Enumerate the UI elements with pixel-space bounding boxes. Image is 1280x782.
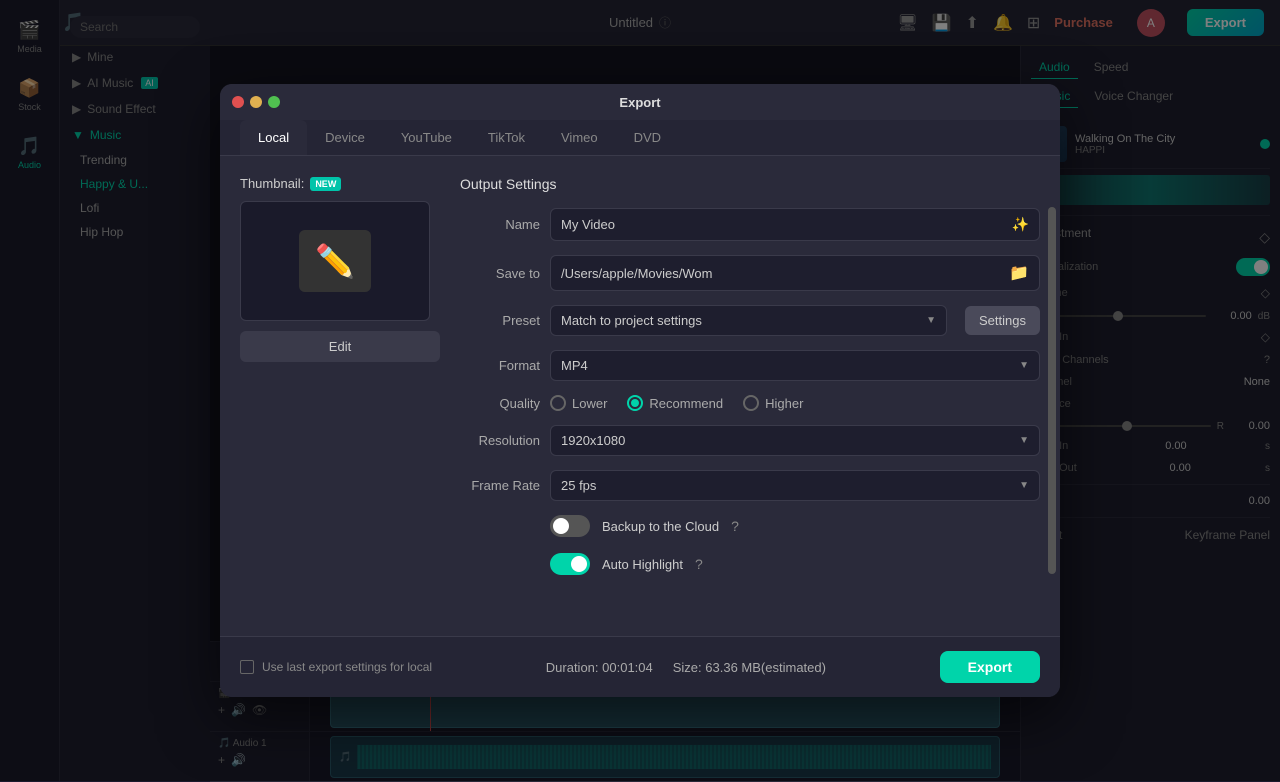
vimeo-tab-label: Vimeo [561,130,598,145]
modal-tab-tiktok[interactable]: TikTok [470,120,543,155]
quality-higher-radio[interactable] [743,395,759,411]
preset-value: Match to project settings [561,313,702,328]
autohighlight-toggle-row: Auto Highlight ? [460,553,1040,575]
autohighlight-toggle-label: Auto Highlight [602,557,683,572]
duration-info: Duration: 00:01:04 [546,660,653,675]
name-input[interactable] [561,217,1006,232]
modal-tab-vimeo[interactable]: Vimeo [543,120,616,155]
saveto-path: /Users/apple/Movies/Wom [561,266,1003,281]
footer-info: Duration: 00:01:04 Size: 63.36 MB(estima… [546,660,826,675]
name-row: Name ✨ [460,208,1040,241]
duration-label: Duration: [546,660,599,675]
new-badge: NEW [310,177,341,191]
modal-titlebar: Export [220,84,1060,120]
autohighlight-help-icon[interactable]: ? [695,556,703,572]
preset-row: Preset Match to project settings ▼ Setti… [460,305,1040,336]
format-row: Format MP4 ▼ [460,350,1040,381]
footer-left: Use last export settings for local [240,660,432,674]
backup-toggle-row: Backup to the Cloud ? [460,515,1040,537]
quality-lower-radio[interactable] [550,395,566,411]
quality-recommend-radio[interactable] [627,395,643,411]
modal-tab-local[interactable]: Local [240,120,307,155]
backup-help-icon[interactable]: ? [731,518,739,534]
dvd-tab-label: DVD [634,130,661,145]
quality-recommend-label: Recommend [649,396,723,411]
output-section: Output Settings Name ✨ Save to /Users [460,176,1040,616]
quality-lower-option[interactable]: Lower [550,395,607,411]
app-background: ⊞ ✂ 🎵 Untitled ⓘ 🖥 💾 ⬆ 🔔 ⊞ Purchase A Ex… [0,0,1280,781]
size-info: Size: 63.36 MB(estimated) [673,660,826,675]
thumbnail-edit-icon: ✏️ [299,230,371,292]
quality-higher-label: Higher [765,396,803,411]
autohighlight-toggle[interactable] [550,553,590,575]
output-settings-title: Output Settings [460,176,1040,192]
saveto-label: Save to [460,266,540,281]
youtube-tab-label: YouTube [401,130,452,145]
framerate-label: Frame Rate [460,478,540,493]
thumbnail-label-row: Thumbnail: NEW [240,176,440,191]
local-tab-label: Local [258,130,289,145]
quality-options: Lower Recommend Higher [550,395,1040,411]
device-tab-label: Device [325,130,365,145]
format-value: MP4 [561,358,588,373]
saveto-input-wrapper: /Users/apple/Movies/Wom 📁 [550,255,1040,291]
tiktok-tab-label: TikTok [488,130,525,145]
size-value: 63.36 MB(estimated) [705,660,826,675]
thumbnail-label-text: Thumbnail: [240,176,304,191]
window-minimize-button[interactable] [250,96,262,108]
settings-button[interactable]: Settings [965,306,1040,335]
framerate-arrow-icon: ▼ [1019,480,1029,491]
saveto-row: Save to /Users/apple/Movies/Wom 📁 [460,255,1040,291]
backup-toggle-label: Backup to the Cloud [602,519,719,534]
quality-higher-option[interactable]: Higher [743,395,803,411]
last-settings-checkbox[interactable] [240,660,254,674]
resolution-arrow-icon: ▼ [1019,435,1029,446]
folder-icon[interactable]: 📁 [1009,263,1029,283]
window-close-button[interactable] [232,96,244,108]
scroll-indicator [1048,207,1056,575]
thumbnail-preview: ✏️ [240,201,430,321]
quality-recommend-option[interactable]: Recommend [627,395,723,411]
format-label: Format [460,358,540,373]
modal-title: Export [619,95,660,110]
preset-select[interactable]: Match to project settings ▼ [550,305,947,336]
resolution-value: 1920x1080 [561,433,625,448]
format-select[interactable]: MP4 ▼ [550,350,1040,381]
modal-tab-youtube[interactable]: YouTube [383,120,470,155]
window-maximize-button[interactable] [268,96,280,108]
ai-enhance-icon[interactable]: ✨ [1012,216,1029,233]
modal-footer: Use last export settings for local Durat… [220,636,1060,697]
size-label: Size: [673,660,702,675]
preset-arrow-icon: ▼ [926,315,936,326]
last-settings-label: Use last export settings for local [262,660,432,674]
thumbnail-section: Thumbnail: NEW ✏️ Edit [240,176,440,616]
name-input-wrapper: ✨ [550,208,1040,241]
modal-overlay[interactable]: Export Local Device YouTube TikTok Vimeo [0,0,1280,781]
thumbnail-edit-button[interactable]: Edit [240,331,440,362]
modal-tabs: Local Device YouTube TikTok Vimeo DVD [220,120,1060,156]
preset-label: Preset [460,313,540,328]
backup-toggle[interactable] [550,515,590,537]
footer-export-button[interactable]: Export [940,651,1040,683]
quality-label: Quality [460,396,540,411]
resolution-row: Resolution 1920x1080 ▼ [460,425,1040,456]
quality-row: Quality Lower Recommend [460,395,1040,411]
framerate-row: Frame Rate 25 fps ▼ [460,470,1040,501]
resolution-label: Resolution [460,433,540,448]
modal-tab-device[interactable]: Device [307,120,383,155]
quality-lower-label: Lower [572,396,607,411]
modal-body: Thumbnail: NEW ✏️ Edit Output Settings N… [220,156,1060,636]
name-label: Name [460,217,540,232]
framerate-select[interactable]: 25 fps ▼ [550,470,1040,501]
export-modal: Export Local Device YouTube TikTok Vimeo [220,84,1060,697]
framerate-value: 25 fps [561,478,596,493]
resolution-select[interactable]: 1920x1080 ▼ [550,425,1040,456]
modal-tab-dvd[interactable]: DVD [616,120,679,155]
duration-value: 00:01:04 [602,660,653,675]
format-arrow-icon: ▼ [1019,360,1029,371]
